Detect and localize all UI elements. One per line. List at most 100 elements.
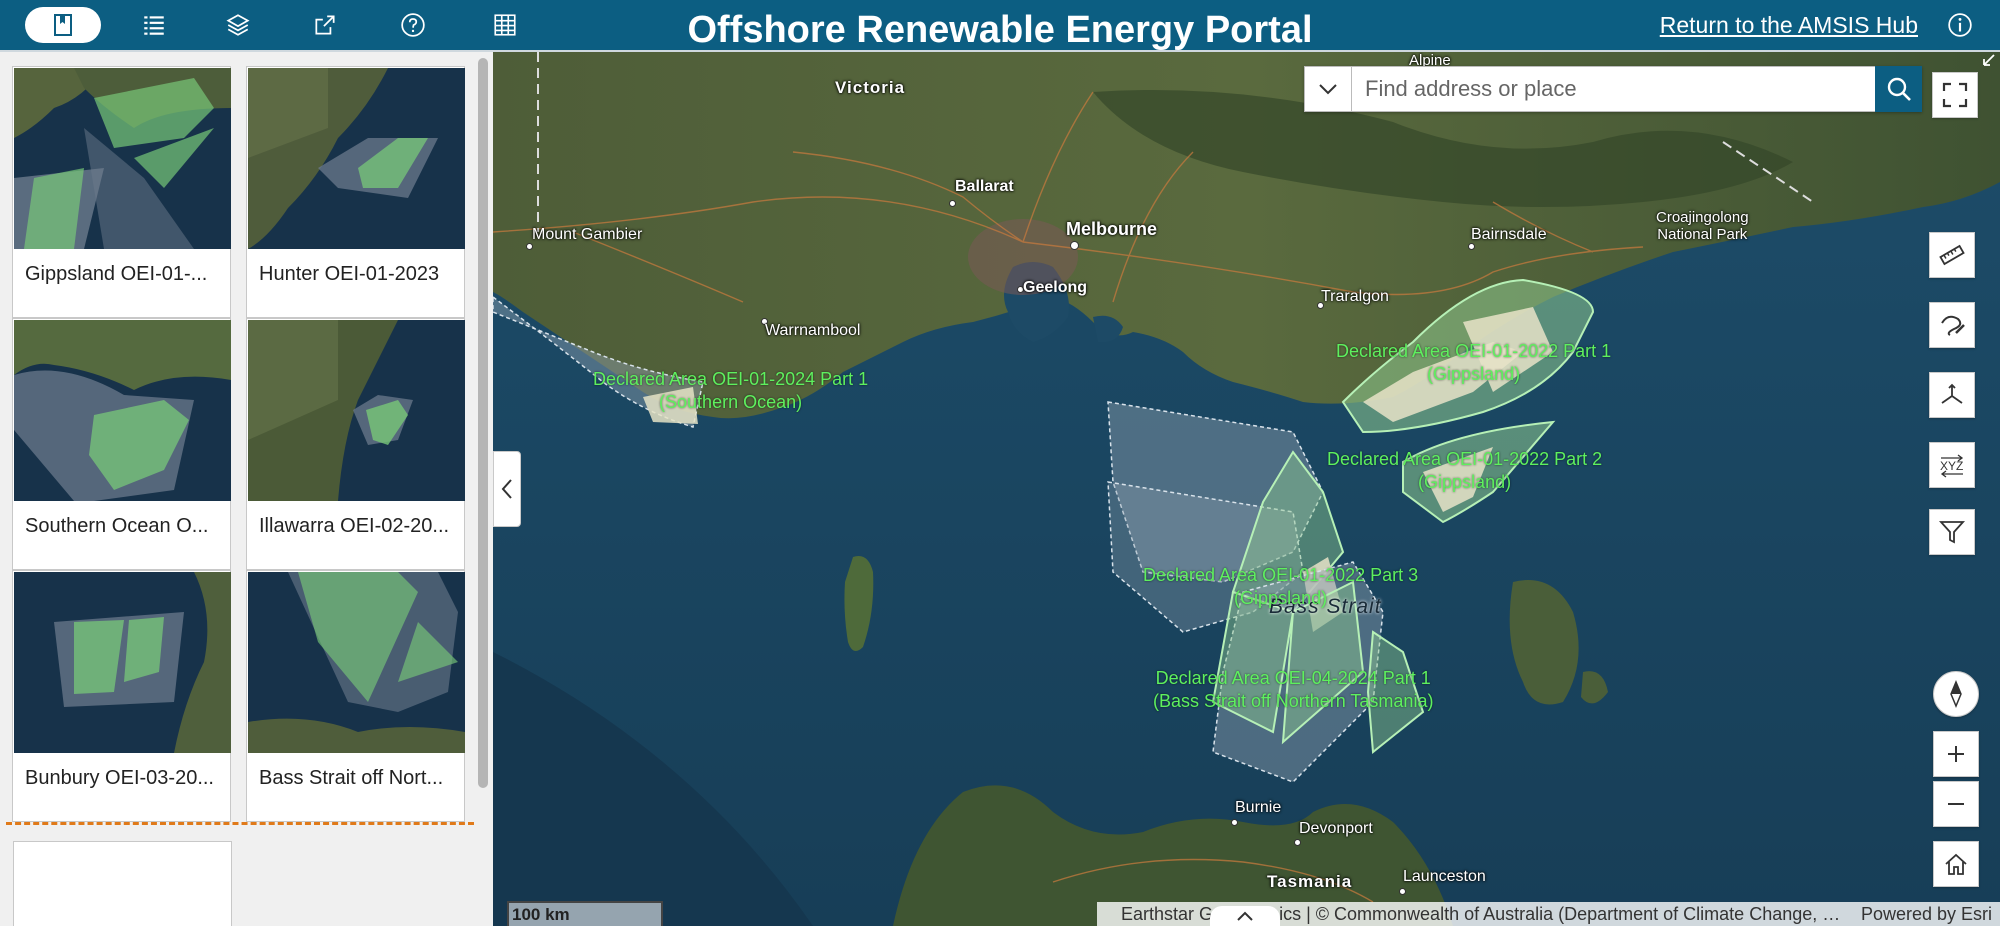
city-dot <box>949 200 956 207</box>
bookmark-thumbnail <box>248 320 465 501</box>
amsis-hub-link[interactable]: Return to the AMSIS Hub <box>1660 12 1918 39</box>
about-button[interactable] <box>1942 7 1978 43</box>
sketch-icon <box>1941 315 1965 336</box>
bookmark-thumbnail <box>14 572 231 753</box>
axes-icon <box>1941 383 1963 404</box>
share-icon <box>315 15 335 35</box>
search-button[interactable] <box>1875 66 1922 112</box>
search-widget <box>1304 66 1922 112</box>
map-label-bairnsdale: Bairnsdale <box>1471 226 1547 243</box>
info-icon <box>1948 13 1972 37</box>
bookmark-card-bunbury[interactable]: Bunbury OEI-03-20... <box>12 570 231 822</box>
panel-divider <box>6 822 474 825</box>
bookmarks-panel: Gippsland OEI-01-... Hunter OEI-01-2023 … <box>0 52 493 926</box>
expand-arrow-icon[interactable] <box>1980 52 2000 68</box>
map-label-burnie: Burnie <box>1235 799 1282 816</box>
city-dot <box>1468 243 1475 250</box>
bookmark-card-hunter[interactable]: Hunter OEI-01-2023 <box>246 66 465 318</box>
map-label-mount-gambier: Mount Gambier <box>532 226 643 243</box>
bookmarks-button[interactable] <box>25 7 101 43</box>
city-dot <box>1399 888 1406 895</box>
fullscreen-icon <box>1942 82 1968 108</box>
attribute-table-button[interactable] <box>487 7 523 43</box>
area-label-gippsland-1: Declared Area OEI-01-2022 Part 1 (Gippsl… <box>1336 341 1612 384</box>
compass-icon <box>1950 680 1962 708</box>
new-bookmark-card[interactable] <box>13 841 232 926</box>
bookmark-card-bass-strait[interactable]: Bass Strait off Nort... <box>246 570 465 822</box>
bookmark-thumbnail <box>248 68 465 249</box>
search-source-dropdown[interactable] <box>1305 67 1352 111</box>
map-label-devonport: Devonport <box>1299 820 1373 837</box>
share-button[interactable] <box>307 7 343 43</box>
sketch-button[interactable] <box>1929 302 1975 348</box>
city-dot <box>526 243 533 250</box>
app-header: Offshore Renewable Energy Portal Return … <box>0 0 2000 52</box>
compass-button[interactable] <box>1933 671 1979 717</box>
bookmark-label: Southern Ocean O... <box>25 515 209 537</box>
help-icon <box>401 13 425 37</box>
home-icon <box>1945 853 1967 875</box>
filter-icon <box>1938 521 1966 544</box>
chevron-up-icon <box>1237 911 1253 921</box>
area-label-gippsland-3: Declared Area OEI-01-2022 Part 3 (Gippsl… <box>1143 565 1419 608</box>
area-label-bass-strait-tas: Declared Area OEI-04-2024 Part 1 (Bass S… <box>1153 668 1434 711</box>
layer-list-button[interactable] <box>136 7 172 43</box>
coordinate-conversion-button[interactable]: XYZ <box>1929 442 1975 488</box>
svg-text:XYZ: XYZ <box>1940 459 1963 473</box>
xyz-icon: XYZ <box>1940 454 1963 478</box>
bookmark-label: Gippsland OEI-01-... <box>25 263 208 285</box>
layers-icon <box>226 14 250 36</box>
city-dot <box>1294 839 1301 846</box>
chevron-left-icon <box>501 479 512 499</box>
map-label-melbourne: Melbourne <box>1066 219 1158 239</box>
bookmark-thumbnail <box>14 68 231 249</box>
minus-icon <box>1948 803 1964 805</box>
collapse-panel-button[interactable] <box>493 451 521 527</box>
map-label-warrnambool: Warrnambool <box>765 322 861 339</box>
bookmark-thumbnail <box>248 572 465 753</box>
panel-scrollbar-thumb[interactable] <box>478 58 488 788</box>
ruler-icon <box>1939 244 1965 266</box>
search-input[interactable] <box>1353 67 1865 111</box>
help-button[interactable] <box>395 7 431 43</box>
filter-button[interactable] <box>1929 509 1975 555</box>
city-dot <box>1070 241 1079 250</box>
map-label-ballarat: Ballarat <box>955 178 1014 195</box>
bookmark-label: Hunter OEI-01-2023 <box>259 263 440 285</box>
zoom-out-button[interactable] <box>1933 781 1979 827</box>
map-label-croajingolong: Croajingolong National Park <box>1656 209 1749 243</box>
map-label-launceston: Launceston <box>1403 868 1486 885</box>
layers-button[interactable] <box>220 7 256 43</box>
bookmark-icon <box>54 14 72 36</box>
elevation-profile-button[interactable] <box>1929 372 1975 418</box>
powered-by-text[interactable]: Powered by Esri <box>1861 902 1992 926</box>
bookmark-card-southern-ocean[interactable]: Southern Ocean O... <box>12 318 231 570</box>
plus-icon <box>1948 746 1964 762</box>
chevron-down-icon <box>1319 84 1337 95</box>
map-view[interactable]: Victoria Alpine Ballarat Melbourne Geelo… <box>493 52 2000 926</box>
map-label-traralgon: Traralgon <box>1321 288 1389 305</box>
city-dot <box>1231 819 1238 826</box>
scale-bar: 100 km <box>507 901 663 926</box>
search-icon <box>1887 77 1911 101</box>
list-icon <box>144 16 164 35</box>
bookmark-label: Illawarra OEI-02-20... <box>259 515 450 537</box>
satellite-basemap <box>493 52 2000 926</box>
app-root: Offshore Renewable Energy Portal Return … <box>0 0 2000 926</box>
measure-button[interactable] <box>1929 232 1975 278</box>
bookmark-label: Bunbury OEI-03-20... <box>25 767 214 789</box>
area-label-southern-ocean: Declared Area OEI-01-2024 Part 1 (Southe… <box>593 369 869 412</box>
home-button[interactable] <box>1933 841 1979 887</box>
area-label-gippsland-2: Declared Area OEI-01-2022 Part 2 (Gippsl… <box>1327 449 1603 492</box>
attribution-toggle[interactable] <box>1210 906 1280 926</box>
fullscreen-button[interactable] <box>1932 72 1978 118</box>
map-label-geelong: Geelong <box>1023 279 1088 296</box>
map-label-tasmania: Tasmania <box>1267 872 1353 891</box>
map-label-victoria: Victoria <box>835 78 906 97</box>
table-icon <box>494 14 516 36</box>
zoom-in-button[interactable] <box>1933 731 1979 777</box>
bookmark-thumbnail <box>14 320 231 501</box>
bookmark-card-gippsland[interactable]: Gippsland OEI-01-... <box>12 66 231 318</box>
bookmark-card-illawarra[interactable]: Illawarra OEI-02-20... <box>246 318 465 570</box>
bookmark-label: Bass Strait off Nort... <box>259 767 444 789</box>
